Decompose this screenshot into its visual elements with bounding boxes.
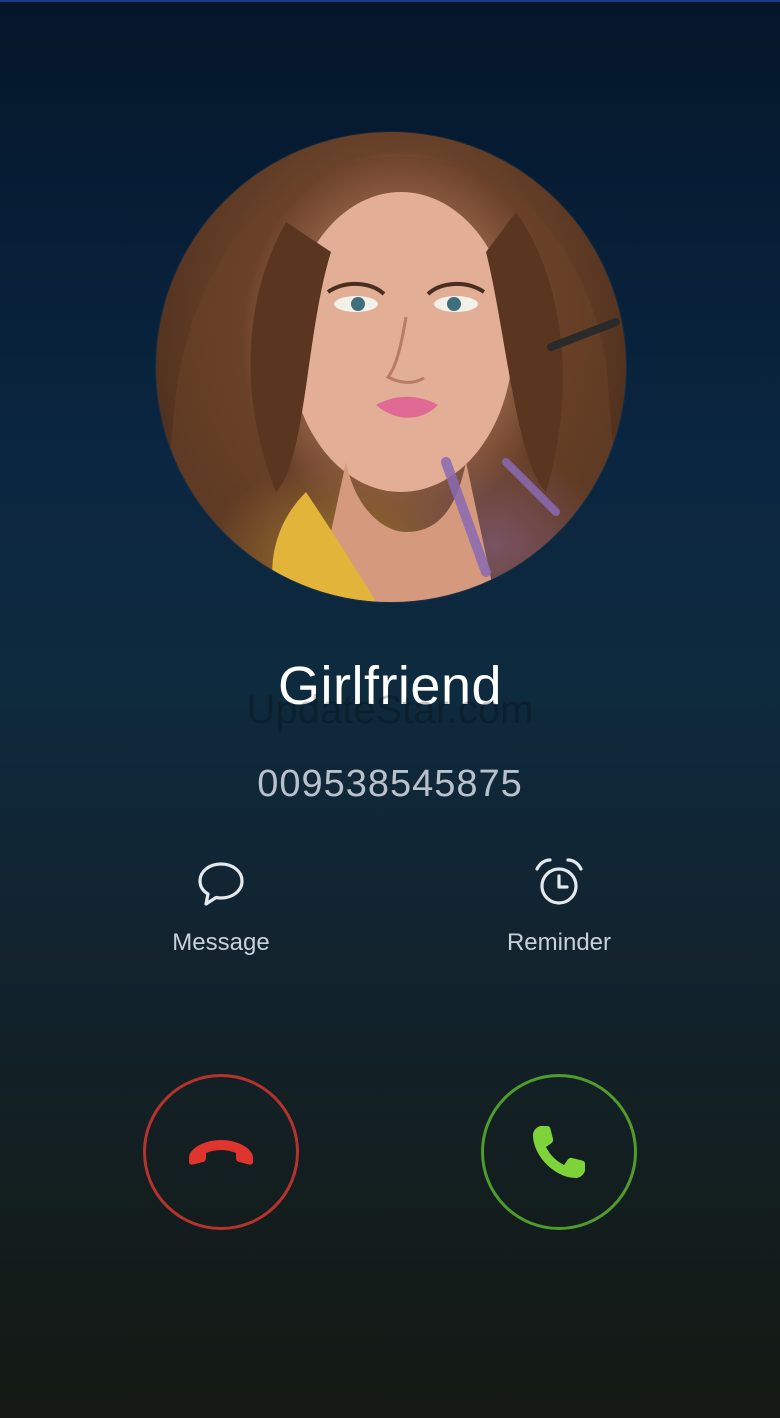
reminder-label: Reminder [506, 929, 612, 956]
alarm-clock-icon [535, 858, 583, 905]
chat-bubble-icon [198, 862, 244, 906]
answer-call-button[interactable] [481, 1074, 637, 1230]
message-label: Message [172, 929, 270, 956]
watermark-text: UpdateStar.com [246, 688, 534, 732]
avatar-photo-illustration [156, 156, 626, 602]
phone-hangup-icon [189, 1140, 253, 1165]
message-button[interactable]: Message [121, 855, 321, 957]
decline-call-button[interactable] [143, 1074, 299, 1230]
phone-icon [533, 1126, 585, 1178]
caller-avatar [156, 132, 626, 602]
reminder-button[interactable]: Reminder [459, 855, 659, 957]
top-edge-line [0, 0, 780, 2]
caller-number: 009538545875 [257, 763, 523, 805]
